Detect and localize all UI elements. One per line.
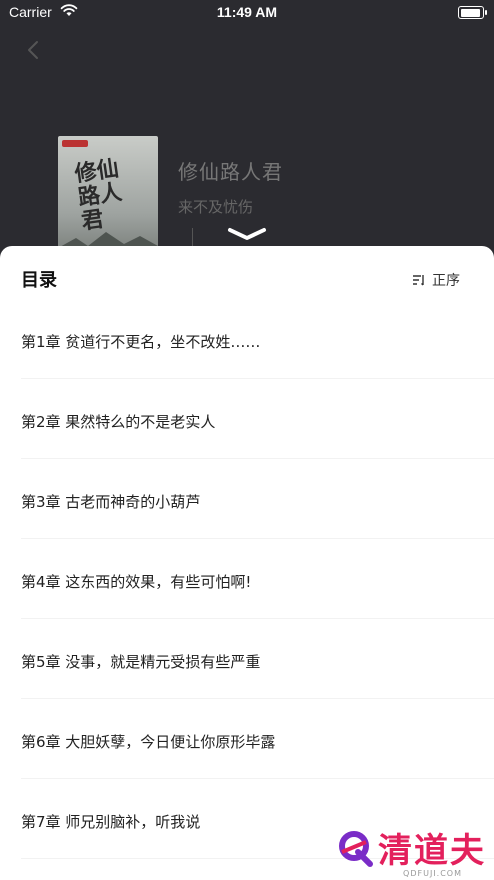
watermark-logo: 清道夫 QDFUJI.COM — [334, 823, 486, 878]
list-item[interactable]: 第4章 这东西的效果，有些可怕啊! — [0, 539, 494, 619]
sort-icon — [413, 275, 424, 286]
book-title: 修仙路人君 — [178, 160, 283, 184]
watermark-text: 清道夫 — [378, 831, 486, 871]
back-button[interactable] — [20, 36, 48, 64]
chapter-title: 第6章 大胆妖孽，今日便让你原形毕露 — [21, 733, 276, 751]
toc-title: 目录 — [21, 270, 57, 291]
cover-publisher-badge — [62, 140, 88, 147]
chapter-title: 第5章 没事，就是精元受损有些严重 — [21, 653, 261, 671]
battery-level — [460, 8, 481, 17]
book-author: 来不及忧伤 — [178, 198, 254, 216]
list-item[interactable]: 第5章 没事，就是精元受损有些严重 — [0, 619, 494, 699]
list-item[interactable]: 第6章 大胆妖孽，今日便让你原形毕露 — [0, 699, 494, 779]
collapse-sheet-button[interactable] — [226, 224, 268, 244]
sort-label: 正序 — [432, 273, 460, 289]
toc-sheet: 目录 正序 第1章 贫道行不更名，坐不改姓…… 第2章 果然特么的不是老实人 第… — [0, 246, 494, 880]
chevron-down-icon — [228, 228, 266, 240]
chapter-title: 第3章 古老而神奇的小葫芦 — [21, 493, 201, 511]
chevron-left-icon — [28, 41, 38, 59]
chapter-title: 第1章 贫道行不更名，坐不改姓…… — [21, 333, 261, 351]
watermark-subtext: QDFUJI.COM — [403, 869, 462, 878]
chapter-title: 第7章 师兄别脑补，听我说 — [21, 813, 201, 831]
chapter-title: 第4章 这东西的效果，有些可怕啊! — [21, 573, 252, 591]
status-bar: Carrier 11:49 AM — [0, 0, 494, 26]
chapter-title: 第2章 果然特么的不是老实人 — [21, 413, 216, 431]
list-item[interactable]: 第1章 贫道行不更名，坐不改姓…… — [0, 299, 494, 379]
divider — [192, 228, 193, 248]
battery-icon — [458, 6, 487, 19]
status-time: 11:49 AM — [216, 4, 278, 20]
q-logo-icon — [339, 830, 373, 867]
cover-title: 修仙路人君 — [73, 155, 124, 235]
list-item[interactable]: 第2章 果然特么的不是老实人 — [0, 379, 494, 459]
sort-button[interactable]: 正序 — [412, 270, 460, 290]
list-item[interactable]: 第3章 古老而神奇的小葫芦 — [0, 459, 494, 539]
chapter-list: 第1章 贫道行不更名，坐不改姓…… 第2章 果然特么的不是老实人 第3章 古老而… — [0, 299, 494, 859]
